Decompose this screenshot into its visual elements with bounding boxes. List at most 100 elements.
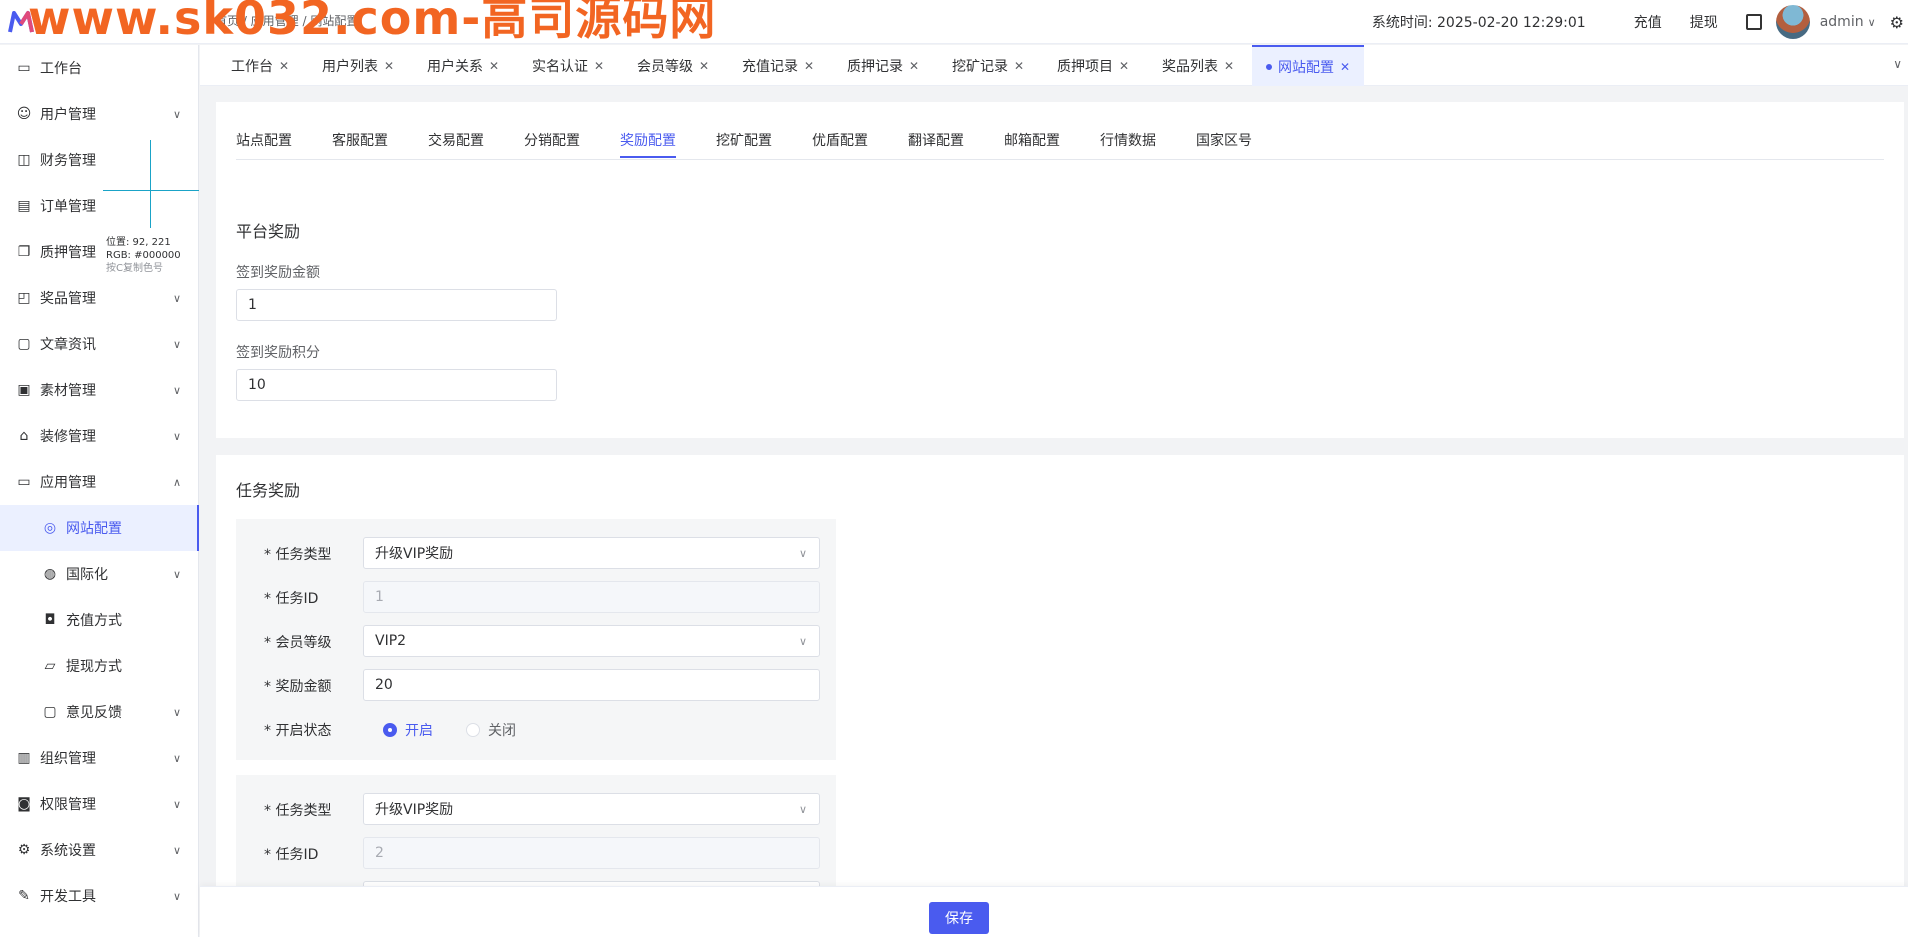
save-button[interactable]: 保存	[929, 902, 989, 934]
office-icon: ▥	[17, 750, 31, 766]
sidebar-item-withdraw-methods[interactable]: ▱ 提现方式	[0, 643, 199, 689]
color-picker-info: 位置: 92, 221 RGB: #000000 按C复制色号	[106, 236, 181, 275]
watermark-text: www.sk032.com-高司源码网	[28, 0, 717, 45]
gear-icon: ⚙	[17, 842, 31, 858]
system-time: 系统时间: 2025-02-20 12:29:01	[1371, 15, 1586, 31]
close-icon[interactable]: ✕	[1014, 59, 1024, 73]
top-right-area: 系统时间: 2025-02-20 12:29:01 充值 提现 admin ∨ …	[1372, 0, 1908, 44]
tab-mining-records[interactable]: 挖矿记录 ✕	[952, 45, 1024, 86]
app-icon: ▭	[17, 474, 31, 490]
picker-hint: 按C复制色号	[106, 263, 163, 274]
signin-amount-input[interactable]: 1	[236, 289, 557, 321]
chevron-down-icon[interactable]: ∨	[1893, 57, 1902, 71]
sidebar-item-workbench[interactable]: ▭ 工作台	[0, 45, 199, 91]
tab-user-list[interactable]: 用户列表 ✕	[322, 45, 394, 86]
sidebar-item-dev-tools[interactable]: ✎ 开发工具 ∨	[0, 873, 199, 919]
status-radio-off[interactable]: 关闭	[466, 720, 516, 740]
sidebar-item-system-settings[interactable]: ⚙ 系统设置 ∨	[0, 827, 199, 873]
tab-staking-records[interactable]: 质押记录 ✕	[847, 45, 919, 86]
subtab-site[interactable]: 站点配置	[236, 130, 292, 150]
sidebar-item-label: 应用管理	[40, 475, 96, 491]
task-type-value: 升级VIP奖励	[375, 802, 454, 818]
chevron-down-icon: ∨	[172, 567, 181, 581]
task-type-row: * 任务类型 升级VIP奖励 ∨	[236, 793, 836, 825]
subtab-market[interactable]: 行情数据	[1100, 130, 1156, 150]
subtab-translation[interactable]: 翻译配置	[908, 130, 964, 150]
subtab-service[interactable]: 客服配置	[332, 130, 388, 150]
sidebar-item-label: 素材管理	[40, 383, 96, 399]
subtab-reward[interactable]: 奖励配置	[620, 130, 676, 158]
reward-amount-input[interactable]: 20	[363, 669, 820, 701]
picker-position: 位置: 92, 221	[106, 237, 171, 248]
close-icon[interactable]: ✕	[279, 59, 289, 73]
pen-icon: ✎	[18, 888, 30, 904]
chevron-down-icon: ∨	[172, 107, 181, 121]
task-id-input: 2	[363, 837, 820, 869]
tab-member-levels[interactable]: 会员等级 ✕	[637, 45, 709, 86]
tab-recharge-records[interactable]: 充值记录 ✕	[742, 45, 814, 86]
recharge-link[interactable]: 充值	[1634, 12, 1662, 32]
close-icon[interactable]: ✕	[1119, 59, 1129, 73]
close-icon[interactable]: ✕	[384, 59, 394, 73]
task-id-row: * 任务ID 1	[236, 581, 836, 613]
subtab-distribution[interactable]: 分销配置	[524, 130, 580, 150]
sidebar-item-label: 财务管理	[40, 153, 96, 169]
sidebar-item-i18n[interactable]: ◍ 国际化 ∨	[0, 551, 199, 597]
tab-workbench[interactable]: 工作台 ✕	[231, 45, 289, 86]
close-icon[interactable]: ✕	[489, 59, 499, 73]
config-subtabs: 站点配置 客服配置 交易配置 分销配置 奖励配置 挖矿配置 优盾配置 翻译配置 …	[236, 102, 1884, 160]
fullscreen-icon[interactable]	[1745, 14, 1762, 30]
tab-staking-projects[interactable]: 质押项目 ✕	[1057, 45, 1129, 86]
tabs-bar: 工作台 ✕ 用户列表 ✕ 用户关系 ✕ 实名认证 ✕ 会员等级 ✕ 充值记录 ✕ 质押记录 ✕…	[200, 45, 1908, 86]
sidebar-item-users[interactable]: ☺ 用户管理 ∨	[0, 91, 199, 137]
sidebar-item-feedback[interactable]: ▢ 意见反馈 ∨	[0, 689, 199, 735]
close-icon[interactable]: ✕	[594, 59, 604, 73]
withdraw-link[interactable]: 提现	[1690, 12, 1718, 32]
sidebar-item-materials[interactable]: ▣ 素材管理 ∨	[0, 367, 199, 413]
tab-user-relations[interactable]: 用户关系 ✕	[427, 45, 499, 86]
subtab-email[interactable]: 邮箱配置	[1004, 130, 1060, 150]
username[interactable]: admin	[1820, 14, 1864, 30]
sidebar-item-articles[interactable]: ▢ 文章资讯 ∨	[0, 321, 199, 367]
tab-real-name[interactable]: 实名认证 ✕	[532, 45, 604, 86]
subtab-trade[interactable]: 交易配置	[428, 130, 484, 150]
task-type-select[interactable]: 升级VIP奖励 ∨	[363, 793, 820, 825]
sidebar-item-prizes[interactable]: ◰ 奖品管理 ∨	[0, 275, 199, 321]
sidebar-item-apps[interactable]: ▭ 应用管理 ∧	[0, 459, 199, 505]
monitor-icon: ▭	[17, 60, 31, 76]
subtab-udun[interactable]: 优盾配置	[812, 130, 868, 150]
chevron-down-icon: ∨	[172, 291, 181, 305]
chevron-up-icon: ∧	[172, 475, 181, 489]
chevron-down-icon[interactable]: ∨	[1868, 16, 1876, 29]
signin-points-input[interactable]: 10	[236, 369, 557, 401]
tab-label: 奖品列表	[1162, 58, 1218, 75]
chevron-down-icon: ∨	[172, 705, 181, 719]
brush-icon: ⌂	[19, 428, 29, 444]
subtab-country-code[interactable]: 国家区号	[1196, 130, 1252, 150]
close-icon[interactable]: ✕	[1340, 60, 1350, 74]
gear-icon[interactable]: ⚙	[1890, 13, 1904, 32]
subtab-mining[interactable]: 挖矿配置	[716, 130, 772, 150]
close-icon[interactable]: ✕	[699, 59, 709, 73]
close-icon[interactable]: ✕	[1224, 59, 1234, 73]
sidebar-item-site-config[interactable]: ◎ 网站配置	[0, 505, 199, 551]
sidebar-item-organization[interactable]: ▥ 组织管理 ∨	[0, 735, 199, 781]
reward-amount-row: * 奖励金额 20	[236, 669, 836, 701]
status-radio-on[interactable]: 开启	[383, 720, 433, 740]
chart-icon: ◫	[17, 152, 31, 168]
lock-icon: ◙	[17, 796, 31, 812]
tab-site-config[interactable]: 网站配置 ✕	[1252, 45, 1365, 86]
task-type-label: * 任务类型	[264, 547, 332, 563]
sidebar-item-recharge-methods[interactable]: ◘ 充值方式	[0, 597, 199, 643]
chevron-down-icon: ∨	[172, 429, 181, 443]
sidebar-item-permissions[interactable]: ◙ 权限管理 ∨	[0, 781, 199, 827]
member-level-select[interactable]: VIP2 ∨	[363, 625, 820, 657]
close-icon[interactable]: ✕	[804, 59, 814, 73]
sidebar-item-finance[interactable]: ◫ 财务管理	[0, 137, 199, 183]
sidebar-item-decoration[interactable]: ⌂ 装修管理 ∨	[0, 413, 199, 459]
tab-prize-list[interactable]: 奖品列表 ✕	[1162, 45, 1234, 86]
task-type-select[interactable]: 升级VIP奖励 ∨	[363, 537, 820, 569]
avatar[interactable]	[1775, 5, 1810, 39]
radio-unchecked-icon	[466, 723, 480, 737]
close-icon[interactable]: ✕	[909, 59, 919, 73]
